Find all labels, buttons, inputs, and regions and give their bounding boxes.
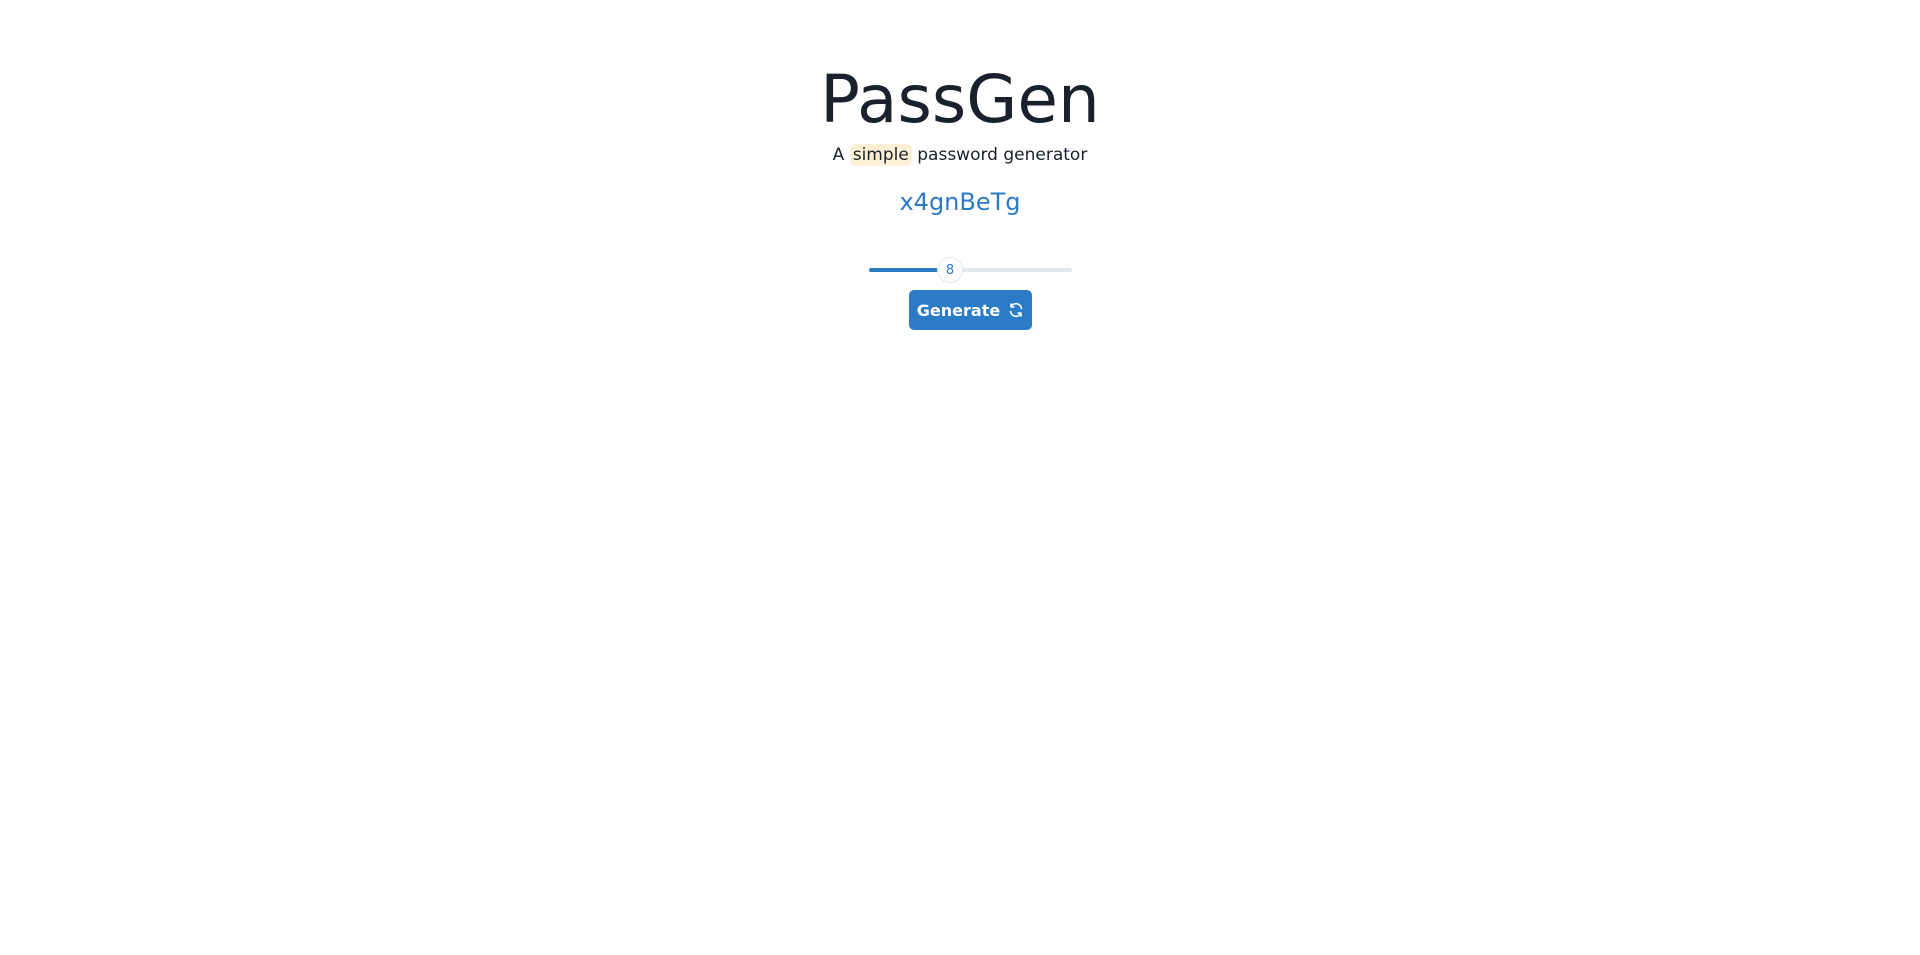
generate-button-label: Generate bbox=[916, 300, 1001, 320]
refresh-icon bbox=[1008, 302, 1024, 318]
subtitle-highlight: simple bbox=[849, 144, 912, 166]
app-title: PassGen bbox=[820, 61, 1100, 138]
slider-fill bbox=[869, 268, 938, 272]
generate-button[interactable]: Generate bbox=[909, 290, 1032, 330]
app-container: PassGen A simple password generator x4gn… bbox=[0, 0, 1920, 955]
slider-thumb[interactable]: 8 bbox=[938, 258, 962, 282]
generated-password[interactable]: x4gnBeTg bbox=[0, 187, 1920, 217]
app-subtitle: A simple password generator bbox=[0, 143, 1920, 167]
subtitle-suffix: password generator bbox=[911, 145, 1088, 165]
length-slider[interactable]: 8 bbox=[869, 258, 1072, 282]
subtitle-prefix: A bbox=[832, 145, 850, 165]
